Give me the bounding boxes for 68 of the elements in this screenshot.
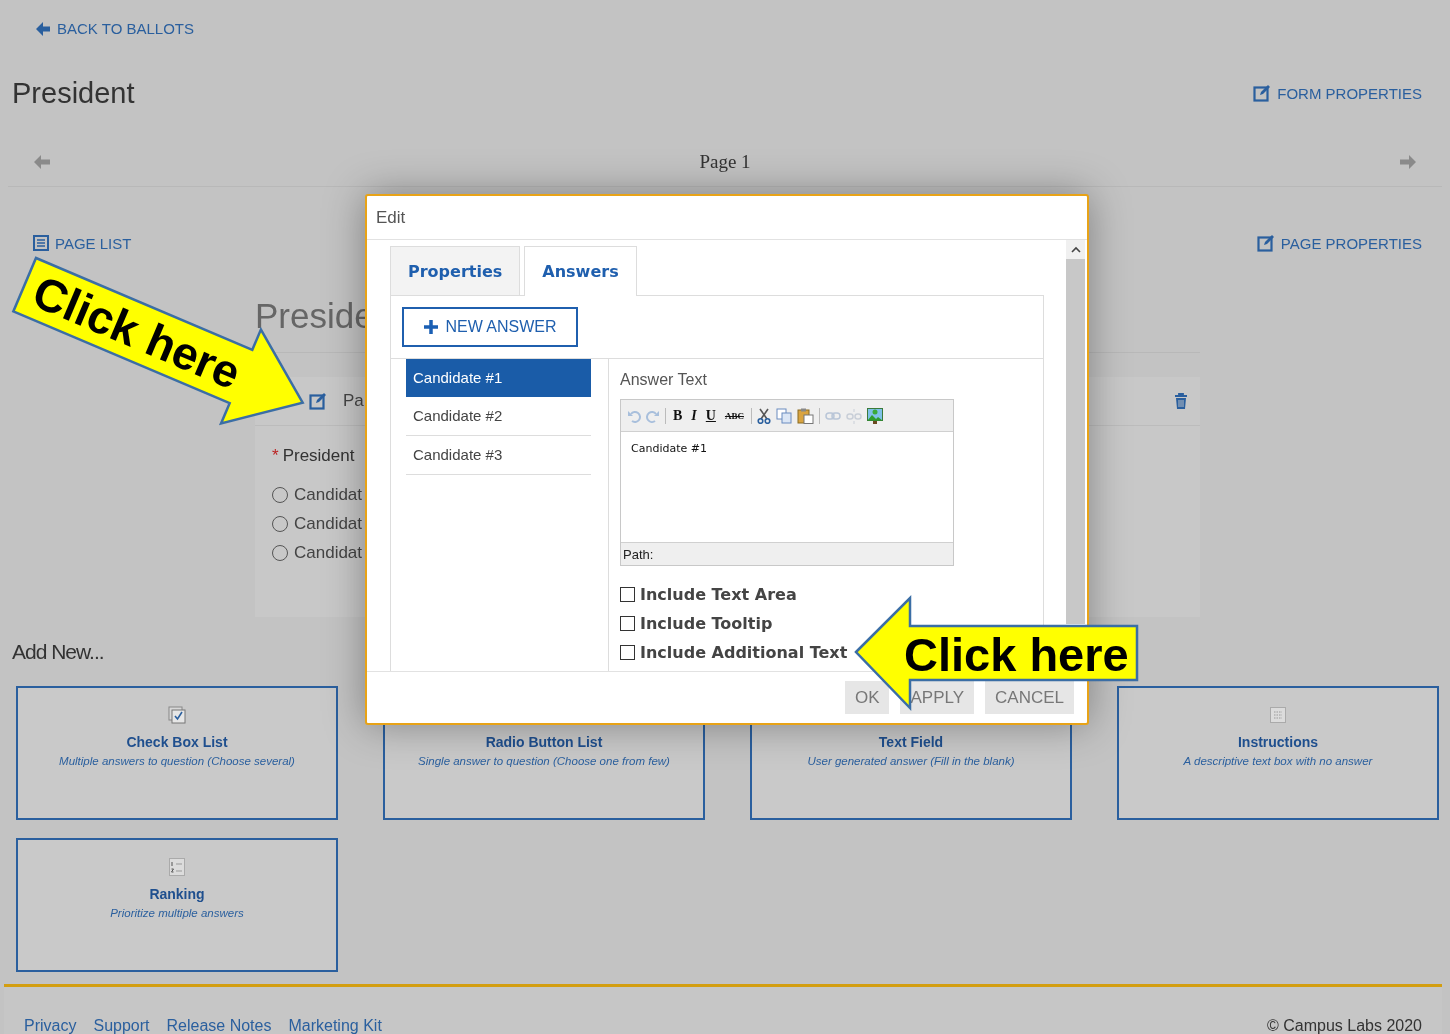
checkbox[interactable]: [620, 645, 635, 660]
dialog-tab[interactable]: Properties: [390, 246, 521, 296]
card-title: Radio Button List: [485, 734, 603, 750]
arrow-left-icon: [35, 20, 51, 37]
edit-icon: [1253, 84, 1272, 102]
required-asterisk: *: [272, 446, 279, 466]
card-description: Single answer to question (Choose one from few): [418, 755, 670, 767]
option-label: Candidat: [294, 513, 363, 534]
numbered-list-icon: [169, 858, 185, 876]
footer-link[interactable]: Marketing Kit: [288, 1015, 382, 1034]
copyright-text: © Campus Labs 2020: [1267, 1016, 1422, 1034]
plus-icon: [423, 319, 440, 335]
edit-icon: [1256, 234, 1275, 252]
dialog-button[interactable]: CANCEL: [985, 681, 1074, 714]
page-number-label: Page 1: [699, 151, 751, 173]
card-description: Prioritize multiple answers: [110, 907, 244, 919]
card-description: A descriptive text box with no answer: [1183, 755, 1373, 767]
checkbox-label: Include Additional Text: [640, 643, 848, 662]
question-type-card[interactable]: Check Box List Multiple answers to question (Choose several): [16, 686, 338, 820]
footer-link[interactable]: Privacy: [24, 1015, 77, 1034]
page-title: President: [12, 76, 135, 110]
footer-link[interactable]: Support: [93, 1015, 150, 1034]
dialog-button[interactable]: OK: [844, 681, 890, 714]
question-header-text: Pa: [343, 391, 364, 411]
checkbox-list-icon: [168, 706, 186, 724]
list-icon: [33, 235, 49, 251]
page-properties-link[interactable]: PAGE PROPERTIES: [1256, 234, 1422, 252]
text-box-icon: [1270, 707, 1286, 723]
footer-link[interactable]: Release Notes: [166, 1015, 272, 1034]
dialog-title: Edit: [376, 207, 406, 228]
paste-icon[interactable]: [796, 407, 814, 424]
card-description: Multiple answers to question (Choose several): [59, 755, 295, 767]
format-button[interactable]: I: [689, 407, 699, 424]
question-type-card[interactable]: Ranking Prioritize multiple answers: [16, 838, 338, 972]
edit-icon[interactable]: [309, 392, 327, 410]
add-new-heading: Add New...: [12, 639, 104, 665]
path-label: Path:: [623, 546, 654, 562]
form-properties-link[interactable]: FORM PROPERTIES: [1253, 84, 1422, 102]
option-label: Candidat: [294, 542, 363, 563]
caret-up-icon[interactable]: [1070, 246, 1081, 253]
format-button[interactable]: ABC: [722, 410, 746, 421]
question-type-card[interactable]: Instructions A descriptive text box with no answer: [1117, 686, 1439, 820]
card-title: Ranking: [149, 886, 205, 902]
answer-list-item[interactable]: Candidate #1: [406, 359, 591, 397]
card-title: Instructions: [1237, 734, 1319, 750]
scissors-icon[interactable]: [756, 407, 771, 424]
card-title: Text Field: [878, 734, 944, 750]
scrollbar[interactable]: [1066, 240, 1085, 624]
format-button[interactable]: B: [671, 407, 685, 424]
checkbox-label: Include Text Area: [640, 585, 797, 604]
question-label: President: [282, 446, 355, 466]
checkbox[interactable]: [620, 587, 635, 602]
new-answer-button[interactable]: NEW ANSWER: [402, 307, 578, 347]
dialog-tab[interactable]: Answers: [524, 246, 637, 296]
answer-text-label: Answer Text: [620, 371, 708, 390]
answer-list-item[interactable]: Candidate #2: [406, 397, 591, 436]
back-to-ballots-link[interactable]: BACK TO BALLOTS: [35, 20, 194, 37]
page-list-link[interactable]: PAGE LIST: [33, 234, 132, 252]
editor-text: Candidate #1: [631, 442, 707, 455]
checkbox-label: Include Tooltip: [640, 614, 773, 633]
answer-list-item[interactable]: Candidate #3: [406, 436, 591, 475]
image-icon[interactable]: [866, 407, 883, 424]
card-description: User generated answer (Fill in the blank): [807, 755, 1015, 767]
card-title: Check Box List: [126, 734, 228, 750]
option-label: Candidat: [294, 484, 363, 505]
trash-icon[interactable]: [1174, 392, 1188, 410]
format-button[interactable]: U: [703, 407, 718, 424]
checkbox[interactable]: [620, 616, 635, 631]
